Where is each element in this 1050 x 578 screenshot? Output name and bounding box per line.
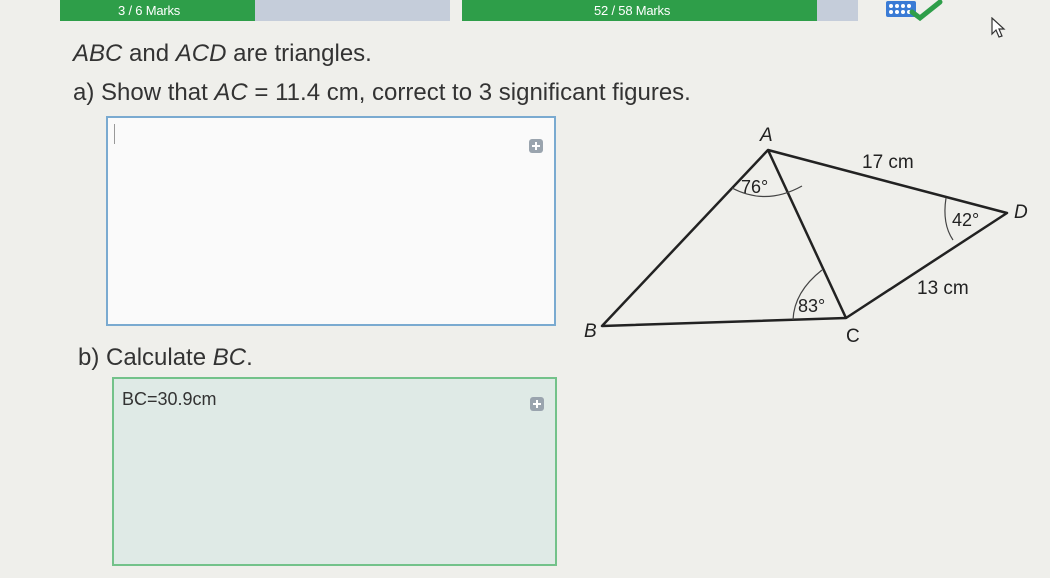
triangle-acd-outline [767,148,1009,320]
side-ad-label: 17 cm [862,152,914,173]
angle-c-label: 83° [798,296,825,316]
angle-a-label: 76° [741,177,768,197]
vertex-c-label: C [846,326,860,347]
vertex-d-label: D [1014,202,1028,223]
angle-d-label: 42° [952,210,979,230]
side-cd-label: 13 cm [917,278,969,299]
vertex-b-label: B [584,321,597,342]
vertex-a-label: A [759,125,773,146]
triangle-diagram: A B C D 76° 83° 42° 17 cm 13 cm [584,125,1028,347]
